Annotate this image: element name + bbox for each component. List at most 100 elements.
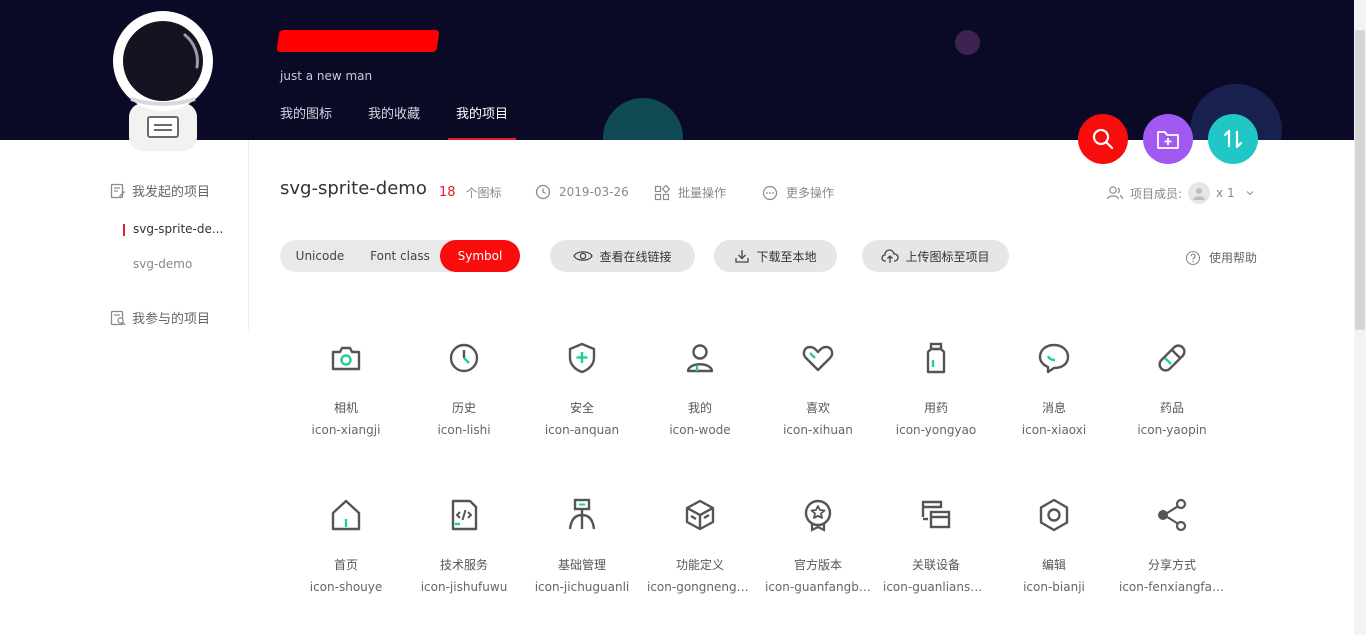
icon-grid: 相机 icon-xiangji 历史 icon-lishi 安全 icon-an… <box>287 336 1231 606</box>
icon-card[interactable]: 用药 icon-yongyao <box>877 336 995 449</box>
eye-icon <box>573 251 594 261</box>
grid-icon <box>654 184 670 200</box>
tab-my-projects[interactable]: 我的项目 <box>448 106 517 140</box>
tab-my-icons[interactable]: 我的图标 <box>280 106 332 140</box>
icon-code: icon-lishi <box>437 423 491 437</box>
icon-count-number: 18 <box>439 185 456 200</box>
more-operations-button[interactable]: 更多操作 <box>762 184 834 201</box>
icon-name: 官方版本 <box>793 558 842 572</box>
view-online-link-button[interactable]: 查看在线链接 <box>550 240 695 272</box>
batch-operations-label: 批量操作 <box>678 186 727 200</box>
project-members[interactable]: 项目成员: x 1 <box>1106 182 1255 204</box>
icon-card[interactable]: 历史 icon-lishi <box>405 336 523 449</box>
batch-operations-button[interactable]: 批量操作 <box>654 184 726 201</box>
devices-icon <box>914 493 958 537</box>
clock-icon <box>535 184 551 200</box>
icon-card[interactable]: 安全 icon-anquan <box>523 336 641 449</box>
add-folder-button[interactable] <box>1143 114 1193 164</box>
icon-card[interactable]: 关联设备 icon-guanlianshe... <box>877 493 995 606</box>
pill-icon <box>1150 336 1194 380</box>
created-projects-heading[interactable]: 我发起的项目 <box>110 181 210 200</box>
icon-card[interactable]: 相机 icon-xiangji <box>287 336 405 449</box>
search-button[interactable] <box>1078 114 1128 164</box>
icon-name: 安全 <box>569 401 594 415</box>
sidebar-item-svg-sprite-demo[interactable]: svg-sprite-de... <box>122 222 223 236</box>
segment-symbol[interactable]: Symbol <box>440 240 520 272</box>
page-scrollbar[interactable] <box>1354 0 1366 635</box>
user-icon <box>678 336 722 380</box>
help-link[interactable]: 使用帮助 <box>1185 249 1257 266</box>
avatar[interactable] <box>111 11 215 151</box>
icon-card[interactable]: 喜欢 icon-xihuan <box>759 336 877 449</box>
icon-code: icon-jishufuwu <box>420 580 508 594</box>
icon-name: 历史 <box>451 401 476 415</box>
cloud-upload-icon <box>881 249 900 263</box>
icon-name: 消息 <box>1041 401 1066 415</box>
icon-name: 分享方式 <box>1147 558 1196 572</box>
icon-name: 功能定义 <box>675 558 724 572</box>
sidebar-item-svg-demo[interactable]: svg-demo <box>133 257 192 271</box>
clock-icon <box>442 336 486 380</box>
icon-card[interactable]: 消息 icon-xiaoxi <box>995 336 1113 449</box>
icon-name: 相机 <box>333 401 358 415</box>
upload-icons-button[interactable]: 上传图标至项目 <box>862 240 1009 272</box>
username-redacted <box>276 30 440 52</box>
icon-card[interactable]: 首页 icon-shouye <box>287 493 405 606</box>
badge-icon <box>796 493 840 537</box>
more-dots-icon <box>762 185 778 200</box>
icon-code: icon-bianji <box>1023 580 1085 594</box>
icon-code: icon-xiaoxi <box>1021 423 1087 437</box>
decorative-bubble <box>603 98 683 140</box>
icon-card[interactable]: 我的 icon-wode <box>641 336 759 449</box>
icon-code: icon-wode <box>669 423 731 437</box>
joined-projects-heading[interactable]: 我参与的项目 <box>110 308 210 327</box>
project-title: svg-sprite-demo <box>280 178 427 199</box>
joined-projects-label: 我参与的项目 <box>132 312 211 327</box>
shield-icon <box>560 336 604 380</box>
members-label: 项目成员: <box>1130 186 1183 201</box>
folder-plus-icon <box>1157 131 1179 149</box>
icon-card[interactable]: 编辑 icon-bianji <box>995 493 1113 606</box>
icon-card[interactable]: 技术服务 icon-jishufuwu <box>405 493 523 606</box>
member-avatar <box>1188 182 1211 204</box>
code-file-icon <box>442 493 486 537</box>
sort-arrows-icon <box>1223 129 1243 149</box>
icon-card[interactable]: 功能定义 icon-gongnengdi... <box>641 493 759 606</box>
icon-code: icon-gongnengdi... <box>647 580 753 594</box>
icon-name: 编辑 <box>1041 558 1066 572</box>
icon-code: icon-fenxiangfan... <box>1119 580 1225 594</box>
icon-code: icon-guanlianshe... <box>883 580 989 594</box>
download-local-button[interactable]: 下载至本地 <box>714 240 837 272</box>
icon-code: icon-xiangji <box>311 423 381 437</box>
icon-code: icon-jichuguanli <box>534 580 630 594</box>
profile-nav: 我的图标 我的收藏 我的项目 <box>280 106 544 140</box>
icon-card[interactable]: 官方版本 icon-guanfangba... <box>759 493 877 606</box>
icon-code: icon-yaopin <box>1137 423 1207 437</box>
icon-name: 基础管理 <box>557 558 606 572</box>
scrollbar-thumb[interactable] <box>1355 30 1365 330</box>
icon-code: icon-guanfangba... <box>765 580 871 594</box>
format-segmented-control: Unicode Font class Symbol <box>280 240 520 272</box>
sort-button[interactable] <box>1208 114 1258 164</box>
download-icon <box>735 250 750 263</box>
download-local-label: 下载至本地 <box>756 249 817 264</box>
chat-bubble-icon <box>1032 336 1076 380</box>
project-date-text: 2019-03-26 <box>559 185 629 199</box>
icon-code: icon-anquan <box>544 423 620 437</box>
icon-count-label: 个图标 <box>465 186 502 200</box>
edit-doc-icon <box>110 183 125 198</box>
view-online-link-label: 查看在线链接 <box>599 249 672 264</box>
icon-card[interactable]: 分享方式 icon-fenxiangfan... <box>1113 493 1231 606</box>
segment-unicode[interactable]: Unicode <box>280 240 360 272</box>
tab-my-favorites[interactable]: 我的收藏 <box>368 106 420 140</box>
segment-font-class[interactable]: Font class <box>360 240 440 272</box>
help-label: 使用帮助 <box>1209 251 1258 265</box>
search-icon <box>1092 128 1114 150</box>
icon-card[interactable]: 基础管理 icon-jichuguanli <box>523 493 641 606</box>
icon-name: 喜欢 <box>805 401 830 415</box>
medicine-bottle-icon <box>914 336 958 380</box>
help-icon <box>1185 250 1201 265</box>
icon-card[interactable]: 药品 icon-yaopin <box>1113 336 1231 449</box>
icon-name: 首页 <box>333 558 358 572</box>
icon-name: 关联设备 <box>911 558 960 572</box>
